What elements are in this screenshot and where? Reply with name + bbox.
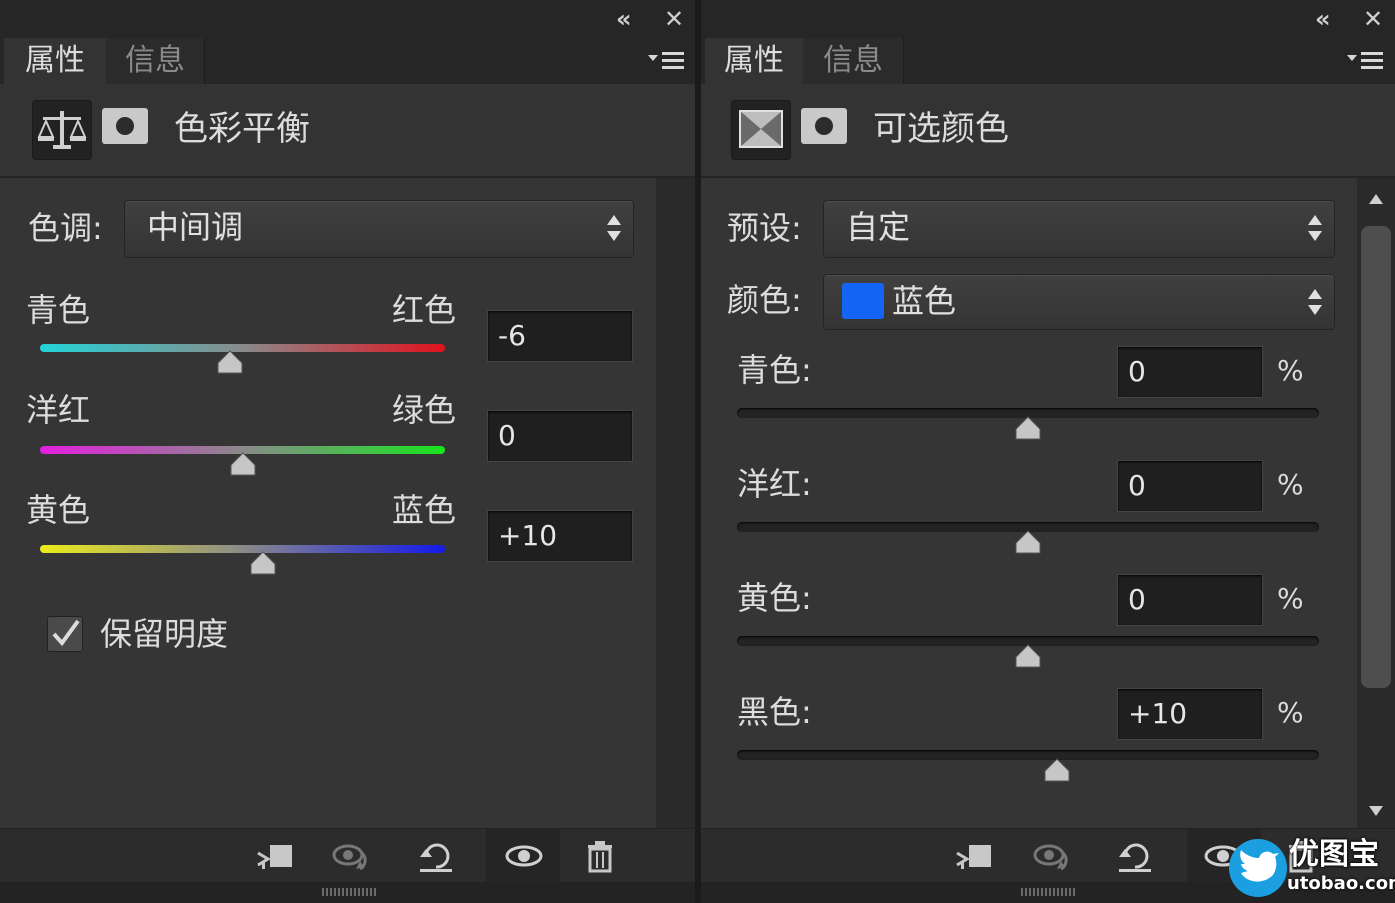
resize-grip-icon[interactable] [1021,888,1075,896]
layer-mask-icon[interactable] [102,108,148,144]
visibility-eye-icon[interactable] [504,839,544,873]
yellow-blue-value-input[interactable]: +10 [487,510,633,562]
yellow-label: 黄色: [737,579,812,617]
adjustment-title: 可选颜色 [873,109,1009,149]
double-chevron-left-icon[interactable]: « [1315,6,1331,32]
slider-thumb[interactable] [1015,416,1041,440]
checkmark-icon [52,619,80,647]
preserve-luminosity-checkbox[interactable] [47,616,83,652]
chevron-updown-icon [1308,289,1322,315]
tab-info[interactable]: 信息 [803,38,904,84]
tone-value: 中间调 [147,208,244,246]
preserve-luminosity-label: 保留明度 [100,615,229,653]
preset-value: 自定 [846,208,911,246]
preset-dropdown[interactable]: 自定 [823,200,1335,258]
close-icon[interactable]: ✕ [1363,6,1383,32]
double-chevron-left-icon[interactable]: « [616,6,632,32]
magenta-green-value-input[interactable]: 0 [487,410,633,462]
properties-body: 预设: 自定 颜色: 蓝色 青色: 0 % 洋红: 0 % 黄色: 0 % 黑色… [701,178,1357,828]
black-label: 黑色: [737,693,812,731]
panel-footer-toolbar [0,828,695,883]
scroll-up-icon[interactable] [1369,194,1383,204]
adjustment-title: 色彩平衡 [174,109,310,149]
reset-icon[interactable] [416,839,456,873]
watermark: 优图宝 utobao.com [1229,837,1395,901]
slider-left-label: 黄色 [26,491,91,529]
panel-tabbar: 属性 信息 [0,38,695,84]
colors-value: 蓝色 [892,282,957,320]
clip-to-layer-icon[interactable] [955,839,995,873]
slider-thumb[interactable] [1015,530,1041,554]
tab-properties[interactable]: 属性 [4,38,106,84]
yellow-value-input[interactable]: 0 [1117,574,1263,626]
slider-right-label: 绿色 [392,391,457,429]
bird-logo-icon [1229,839,1287,897]
chevron-updown-icon [1308,215,1322,241]
scrollbar-track[interactable] [656,178,695,828]
adjustment-header: 色彩平衡 [0,84,695,178]
tab-info[interactable]: 信息 [106,38,205,84]
slider-left-label: 青色 [26,291,91,329]
balance-scale-icon[interactable] [32,100,92,160]
panel-resize-bar [0,882,695,903]
color-swatch [842,283,884,319]
preset-label: 预设: [727,209,802,247]
view-previous-state-icon[interactable] [332,839,372,873]
delete-trash-icon[interactable] [580,839,620,873]
selective-color-icon[interactable] [731,100,791,160]
reset-icon[interactable] [1115,839,1155,873]
percent-unit: % [1277,354,1304,387]
slider-thumb[interactable] [1015,644,1041,668]
slider-left-label: 洋红 [26,391,91,429]
percent-unit: % [1277,696,1304,729]
close-icon[interactable]: ✕ [664,6,684,32]
view-previous-state-icon[interactable] [1033,839,1073,873]
layer-mask-icon[interactable] [801,108,847,144]
slider-right-label: 红色 [392,291,457,329]
panel-titlebar: « ✕ [701,0,1395,39]
slider-thumb[interactable] [1044,758,1070,782]
slider-thumb[interactable] [250,551,276,575]
properties-panel-color-balance: « ✕ 属性 信息 色彩平衡 色调: 中间调 青色 红色 -6 洋红 绿色 0 … [0,0,695,903]
magenta-label: 洋红: [737,465,812,503]
black-slider-track[interactable] [737,750,1319,760]
resize-grip-icon[interactable] [322,888,376,896]
adjustment-header: 可选颜色 [701,84,1395,178]
scrollbar-thumb[interactable] [1361,226,1391,688]
slider-thumb[interactable] [230,452,256,476]
watermark-title: 优图宝 [1289,837,1379,872]
slider-thumb[interactable] [217,350,243,374]
properties-panel-selective-color: « ✕ 属性 信息 可选颜色 预设: 自定 颜色: 蓝色 青色: 0 % 洋红:… [701,0,1395,903]
percent-unit: % [1277,468,1304,501]
watermark-url: utobao.com [1287,873,1395,894]
black-value-input[interactable]: +10 [1117,688,1263,740]
scrollbar[interactable] [1357,178,1395,828]
cyan-label: 青色: [737,351,812,389]
tone-dropdown[interactable]: 中间调 [124,200,634,258]
chevron-updown-icon [607,215,621,241]
colors-dropdown[interactable]: 蓝色 [823,274,1335,330]
percent-unit: % [1277,582,1304,615]
colors-label: 颜色: [727,281,802,319]
panel-tabbar: 属性 信息 [701,38,1395,84]
cyan-red-value-input[interactable]: -6 [487,310,633,362]
panel-menu-icon[interactable] [1347,50,1385,72]
tone-label: 色调: [28,209,103,247]
panel-menu-icon[interactable] [648,50,686,72]
visibility-cell[interactable] [486,829,560,883]
properties-body: 色调: 中间调 青色 红色 -6 洋红 绿色 0 黄色 蓝色 +10 保留明度 [0,178,656,828]
panel-titlebar: « ✕ [0,0,695,39]
tab-properties[interactable]: 属性 [705,38,803,84]
magenta-value-input[interactable]: 0 [1117,460,1263,512]
slider-right-label: 蓝色 [392,491,457,529]
yellow-blue-slider-track[interactable] [40,545,445,553]
cyan-value-input[interactable]: 0 [1117,346,1263,398]
clip-to-layer-icon[interactable] [256,839,296,873]
scroll-down-icon[interactable] [1369,806,1383,816]
